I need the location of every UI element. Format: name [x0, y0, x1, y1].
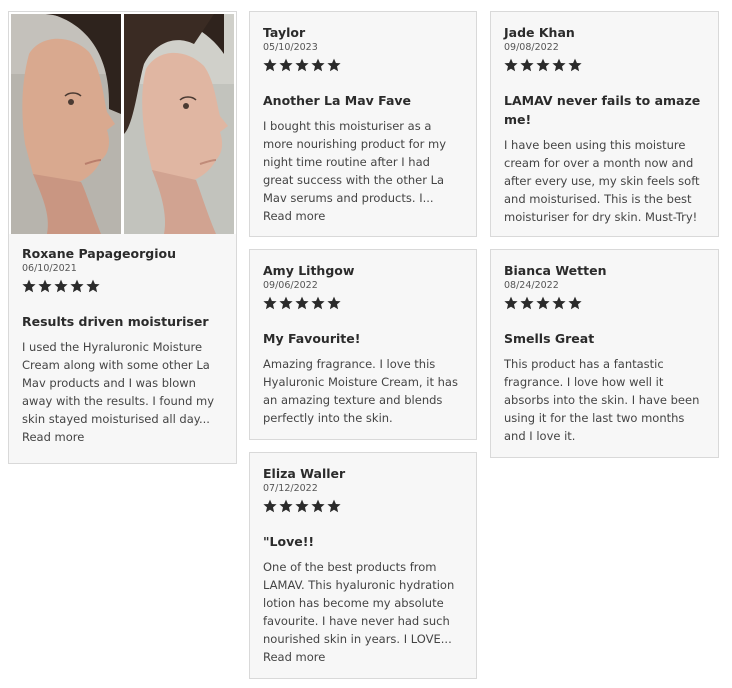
- star-icon: [327, 296, 341, 310]
- review-author: Amy Lithgow: [263, 263, 355, 278]
- before-photo: [11, 14, 121, 234]
- review-card: Jade Khan 09/08/2022 LAMAV never fails t…: [490, 11, 719, 237]
- review-text: I bought this moisturiser as a more nour…: [263, 119, 447, 223]
- star-icon: [38, 279, 52, 293]
- star-icon: [520, 58, 534, 72]
- star-rating: [504, 57, 705, 73]
- read-more-link[interactable]: Read more: [263, 209, 325, 223]
- read-more-link[interactable]: Read more: [22, 430, 84, 444]
- star-icon: [311, 296, 325, 310]
- review-date: 09/06/2022: [263, 280, 318, 291]
- review-title: Results driven moisturiser: [22, 314, 209, 329]
- review-title: Smells Great: [504, 331, 595, 346]
- review-card: Eliza Waller 07/12/2022 "Love!! One of t…: [249, 452, 477, 679]
- before-after-photos[interactable]: [9, 12, 236, 234]
- review-text: This product has a fantastic fragrance. …: [504, 357, 700, 443]
- review-author: Bianca Wetten: [504, 263, 607, 278]
- review-title: "Love!!: [263, 534, 315, 549]
- star-icon: [279, 58, 293, 72]
- star-icon: [70, 279, 84, 293]
- star-icon: [327, 499, 341, 513]
- review-date: 09/08/2022: [504, 42, 559, 53]
- review-date: 08/24/2022: [504, 280, 559, 291]
- star-icon: [311, 499, 325, 513]
- star-icon: [568, 296, 582, 310]
- review-text: I have been using this moisture cream fo…: [504, 138, 700, 224]
- star-icon: [54, 279, 68, 293]
- after-photo: [124, 14, 234, 234]
- star-icon: [568, 58, 582, 72]
- review-author: Taylor: [263, 25, 306, 40]
- read-more-link[interactable]: Read more: [263, 650, 325, 664]
- star-icon: [520, 296, 534, 310]
- review-date: 07/12/2022: [263, 483, 318, 494]
- review-card: Taylor 05/10/2023 Another La Mav Fave I …: [249, 11, 477, 237]
- review-text: I used the Hyraluronic Moisture Cream al…: [22, 340, 215, 444]
- star-icon: [263, 58, 277, 72]
- star-rating: [263, 295, 463, 311]
- review-card: Roxane Papageorgiou 06/10/2021 Results d…: [8, 11, 237, 464]
- star-icon: [311, 58, 325, 72]
- star-rating: [22, 278, 223, 294]
- star-icon: [295, 499, 309, 513]
- star-icon: [536, 58, 550, 72]
- star-icon: [504, 58, 518, 72]
- review-author: Roxane Papageorgiou: [22, 246, 176, 261]
- star-icon: [22, 279, 36, 293]
- star-icon: [504, 296, 518, 310]
- star-icon: [552, 58, 566, 72]
- review-author: Eliza Waller: [263, 466, 346, 481]
- review-date: 05/10/2023: [263, 42, 318, 53]
- star-rating: [263, 57, 463, 73]
- star-icon: [86, 279, 100, 293]
- review-title: Another La Mav Fave: [263, 93, 412, 108]
- star-icon: [295, 296, 309, 310]
- star-icon: [295, 58, 309, 72]
- star-icon: [552, 296, 566, 310]
- review-title: LAMAV never fails to amaze me!: [504, 93, 701, 127]
- star-rating: [504, 295, 705, 311]
- review-text: Amazing fragrance. I love this Hyaluroni…: [263, 357, 458, 425]
- star-icon: [263, 296, 277, 310]
- star-icon: [536, 296, 550, 310]
- star-icon: [327, 58, 341, 72]
- star-icon: [279, 499, 293, 513]
- review-author: Jade Khan: [504, 25, 575, 40]
- review-card: Amy Lithgow 09/06/2022 My Favourite! Ama…: [249, 249, 477, 440]
- star-rating: [263, 498, 463, 514]
- review-card: Bianca Wetten 08/24/2022 Smells Great Th…: [490, 249, 719, 458]
- review-title: My Favourite!: [263, 331, 361, 346]
- review-text: One of the best products from LAMAV. Thi…: [263, 560, 455, 664]
- star-icon: [279, 296, 293, 310]
- star-icon: [263, 499, 277, 513]
- review-date: 06/10/2021: [22, 263, 77, 274]
